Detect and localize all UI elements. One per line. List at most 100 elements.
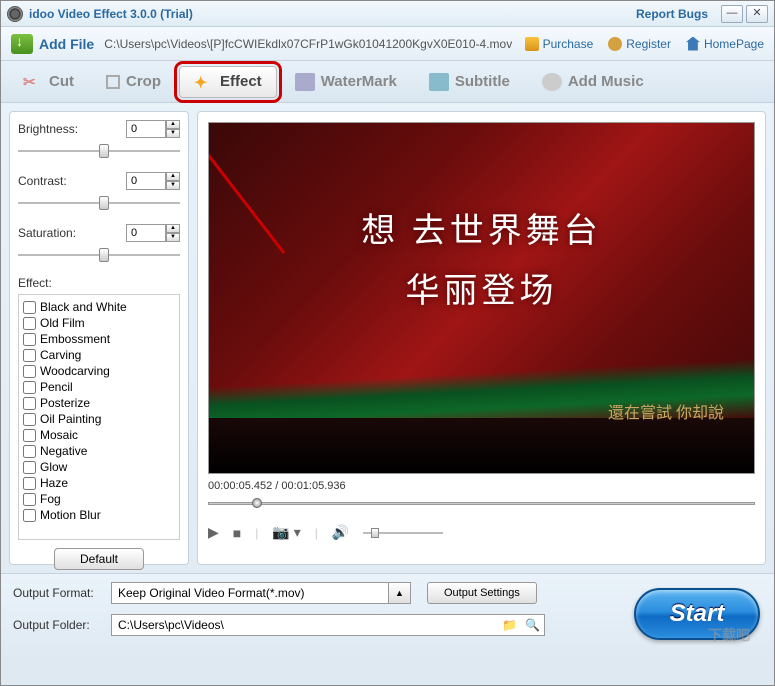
effect-list[interactable]: Black and WhiteOld FilmEmbossmentCarving… [18, 294, 180, 540]
effect-label: Pencil [40, 380, 73, 394]
contrast-up[interactable]: ▲ [166, 172, 180, 181]
report-bugs-link[interactable]: Report Bugs [636, 7, 708, 21]
brightness-input[interactable] [126, 120, 166, 138]
watermark-icon [295, 73, 315, 91]
effect-checkbox[interactable] [23, 397, 36, 410]
saturation-spinner[interactable]: ▲▼ [126, 224, 180, 242]
effect-checkbox[interactable] [23, 349, 36, 362]
tab-effect[interactable]: ✦Effect [179, 66, 277, 98]
tab-music[interactable]: Add Music [528, 67, 658, 97]
register-link[interactable]: Register [608, 37, 671, 51]
brightness-group: Brightness: ▲▼ [18, 120, 180, 160]
start-button[interactable]: Start [634, 588, 760, 640]
volume-icon[interactable]: 🔊 [332, 524, 349, 541]
brightness-spinner[interactable]: ▲▼ [126, 120, 180, 138]
saturation-thumb[interactable] [99, 248, 109, 262]
effect-checkbox[interactable] [23, 461, 36, 474]
brightness-down[interactable]: ▼ [166, 129, 180, 138]
effect-item[interactable]: Negative [21, 443, 177, 459]
search-icon[interactable]: 🔍 [521, 618, 544, 632]
effect-item[interactable]: Fog [21, 491, 177, 507]
contrast-group: Contrast: ▲▼ [18, 172, 180, 212]
effect-checkbox[interactable] [23, 365, 36, 378]
output-format-combo[interactable]: Keep Original Video Format(*.mov) ▲ [111, 582, 411, 604]
brightness-up[interactable]: ▲ [166, 120, 180, 129]
effect-checkbox[interactable] [23, 493, 36, 506]
contrast-input[interactable] [126, 172, 166, 190]
effect-checkbox[interactable] [23, 413, 36, 426]
tab-watermark[interactable]: WaterMark [281, 67, 411, 97]
scrub-thumb[interactable] [252, 498, 262, 508]
purchase-link[interactable]: Purchase [525, 37, 594, 51]
tab-crop[interactable]: Crop [92, 67, 175, 96]
snapshot-button[interactable]: 📷 ▾ [272, 524, 300, 541]
window-title: idoo Video Effect 3.0.0 (Trial) [29, 7, 636, 21]
effect-checkbox[interactable] [23, 429, 36, 442]
effect-label: Haze [40, 476, 68, 490]
contrast-thumb[interactable] [99, 196, 109, 210]
brightness-slider[interactable] [18, 142, 180, 160]
stop-button[interactable]: ■ [233, 525, 241, 541]
music-icon [542, 73, 562, 91]
effect-checkbox[interactable] [23, 333, 36, 346]
folder-icon[interactable]: 📁 [498, 618, 521, 632]
effect-item[interactable]: Carving [21, 347, 177, 363]
default-button[interactable]: Default [54, 548, 144, 570]
effect-label: Embossment [40, 332, 110, 346]
effect-item[interactable]: Oil Painting [21, 411, 177, 427]
output-settings-button[interactable]: Output Settings [427, 582, 537, 604]
volume-thumb[interactable] [371, 528, 379, 538]
effect-label: Fog [40, 492, 61, 506]
output-format-value: Keep Original Video Format(*.mov) [112, 583, 388, 603]
add-file-icon[interactable] [11, 34, 33, 54]
effect-checkbox[interactable] [23, 317, 36, 330]
effect-item[interactable]: Motion Blur [21, 507, 177, 523]
topbar: Add File C:\Users\pc\Videos\[P]fcCWIEkdl… [1, 27, 774, 61]
homepage-link[interactable]: HomePage [686, 37, 764, 51]
effect-item[interactable]: Mosaic [21, 427, 177, 443]
saturation-down[interactable]: ▼ [166, 233, 180, 242]
close-button[interactable]: ✕ [746, 5, 768, 23]
app-logo-icon [7, 6, 23, 22]
saturation-label: Saturation: [18, 226, 76, 240]
annotation-arrow-icon [208, 123, 304, 263]
tab-cut[interactable]: ✂Cut [9, 67, 88, 97]
contrast-spinner[interactable]: ▲▼ [126, 172, 180, 190]
effect-checkbox[interactable] [23, 301, 36, 314]
effect-list-header: Effect: [18, 276, 180, 290]
output-section: Output Format: Keep Original Video Forma… [1, 573, 774, 659]
saturation-slider[interactable] [18, 246, 180, 264]
chevron-up-icon[interactable]: ▲ [388, 583, 410, 603]
effect-item[interactable]: Woodcarving [21, 363, 177, 379]
effect-item[interactable]: Glow [21, 459, 177, 475]
tab-bar: ✂Cut Crop ✦Effect WaterMark Subtitle Add… [1, 61, 774, 103]
effect-checkbox[interactable] [23, 509, 36, 522]
effect-item[interactable]: Old Film [21, 315, 177, 331]
play-button[interactable]: ▶ [208, 524, 219, 541]
brightness-thumb[interactable] [99, 144, 109, 158]
tab-subtitle[interactable]: Subtitle [415, 67, 524, 97]
scrub-slider[interactable] [208, 494, 755, 514]
subtitle-icon [429, 73, 449, 91]
contrast-slider[interactable] [18, 194, 180, 212]
contrast-down[interactable]: ▼ [166, 181, 180, 190]
add-file-button[interactable]: Add File [39, 36, 94, 52]
effect-item[interactable]: Pencil [21, 379, 177, 395]
output-folder-label: Output Folder: [13, 618, 103, 632]
effect-item[interactable]: Haze [21, 475, 177, 491]
effect-label: Negative [40, 444, 87, 458]
effect-checkbox[interactable] [23, 445, 36, 458]
effect-checkbox[interactable] [23, 381, 36, 394]
volume-slider[interactable] [363, 526, 443, 540]
crop-icon [106, 75, 120, 89]
cart-icon [525, 37, 539, 51]
saturation-up[interactable]: ▲ [166, 224, 180, 233]
saturation-input[interactable] [126, 224, 166, 242]
effect-item[interactable]: Posterize [21, 395, 177, 411]
contrast-label: Contrast: [18, 174, 67, 188]
output-folder-input[interactable]: C:\Users\pc\Videos\ 📁 🔍 [111, 614, 545, 636]
effect-item[interactable]: Black and White [21, 299, 177, 315]
effect-checkbox[interactable] [23, 477, 36, 490]
minimize-button[interactable]: — [721, 5, 743, 23]
effect-item[interactable]: Embossment [21, 331, 177, 347]
